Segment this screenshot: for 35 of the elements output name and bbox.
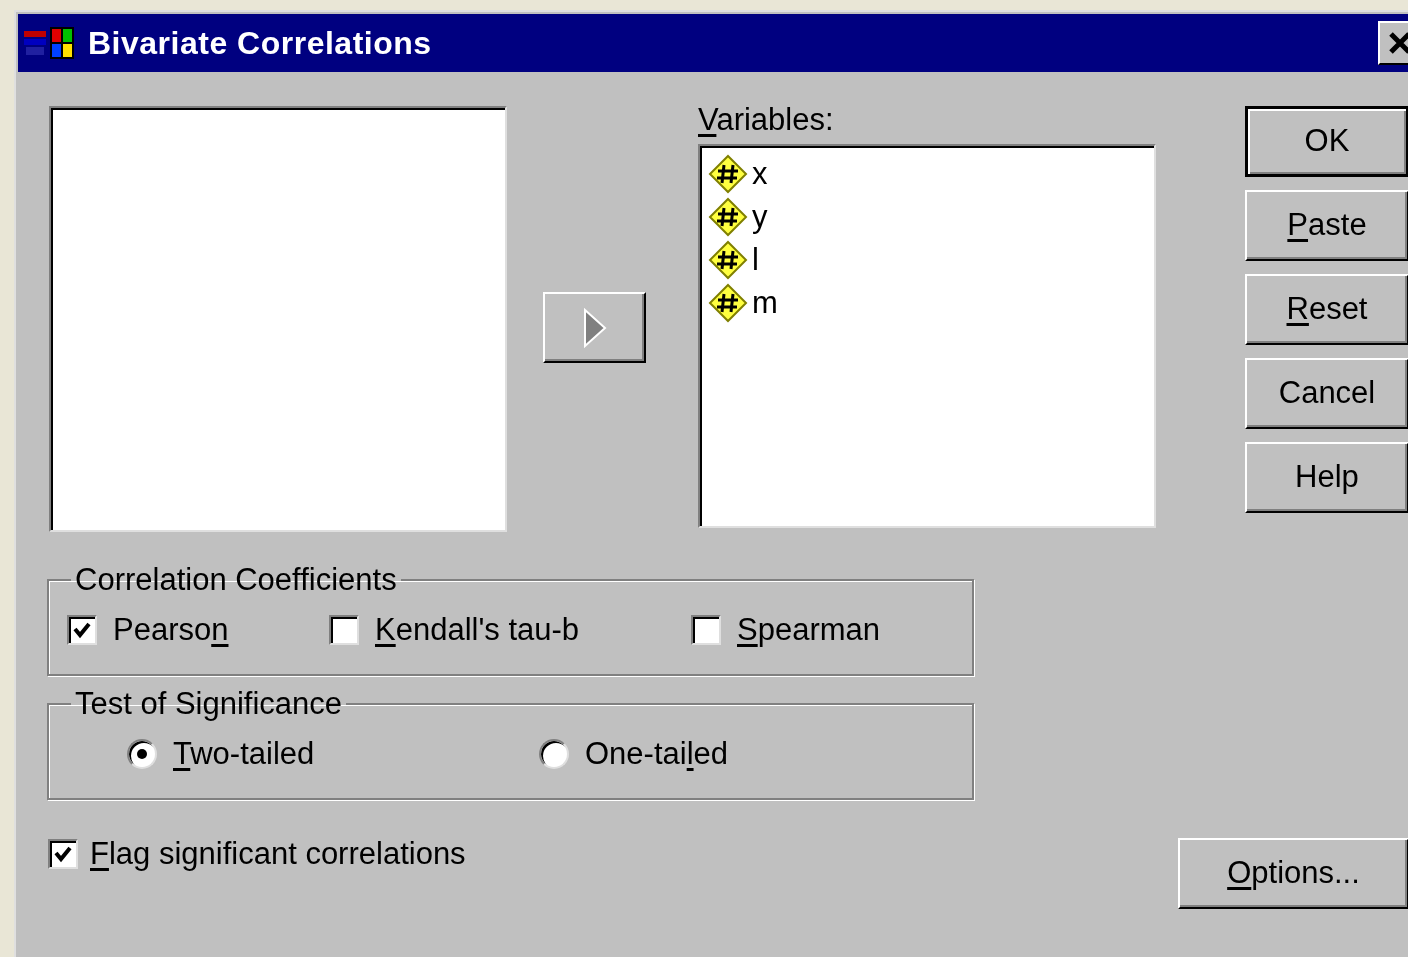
radio-label: One-tailed [585, 736, 729, 772]
dialog-button[interactable]: Help [1245, 442, 1408, 513]
checkbox[interactable] [67, 615, 97, 645]
checkbox[interactable] [329, 615, 359, 645]
radio-button[interactable] [127, 739, 157, 769]
variable-name[interactable]: m [752, 284, 778, 321]
window-title: Bivariate Correlations [88, 24, 432, 63]
numeric-variable-icon [708, 196, 748, 237]
numeric-variable-icon [708, 153, 748, 194]
checkbox[interactable] [48, 839, 78, 869]
dialog-button[interactable]: Paste [1245, 190, 1408, 261]
variable-list[interactable]: x y l m [698, 144, 1156, 528]
variable-name[interactable]: x [752, 155, 768, 192]
dialog-button[interactable]: OK [1245, 106, 1408, 177]
checkbox[interactable] [691, 615, 721, 645]
radio-label: Two-tailed [173, 736, 315, 772]
variable-name[interactable]: l [752, 241, 759, 278]
options-button[interactable]: Options... [1178, 838, 1408, 909]
checkmark-icon [72, 620, 92, 640]
checkbox-label: Pearson [113, 612, 229, 648]
dialog-button[interactable]: Reset [1245, 274, 1408, 345]
radio-button[interactable] [539, 739, 569, 769]
checkbox-label: Flag significant correlations [90, 836, 466, 872]
variables-label: Variables: [698, 102, 835, 138]
group-title: Test of Significance [74, 686, 344, 722]
close-icon [1388, 31, 1408, 55]
checkbox-label: Kendall's tau-b [375, 612, 580, 648]
checkmark-icon [53, 844, 73, 864]
right-triangle-icon [582, 307, 607, 348]
numeric-variable-icon [708, 282, 748, 323]
dialog-button[interactable]: Cancel [1245, 358, 1408, 429]
numeric-variable-icon [708, 239, 748, 280]
group-title: Correlation Coefficients [74, 562, 398, 598]
variable-name[interactable]: y [752, 198, 768, 235]
checkbox-label: Spearman [737, 612, 881, 648]
